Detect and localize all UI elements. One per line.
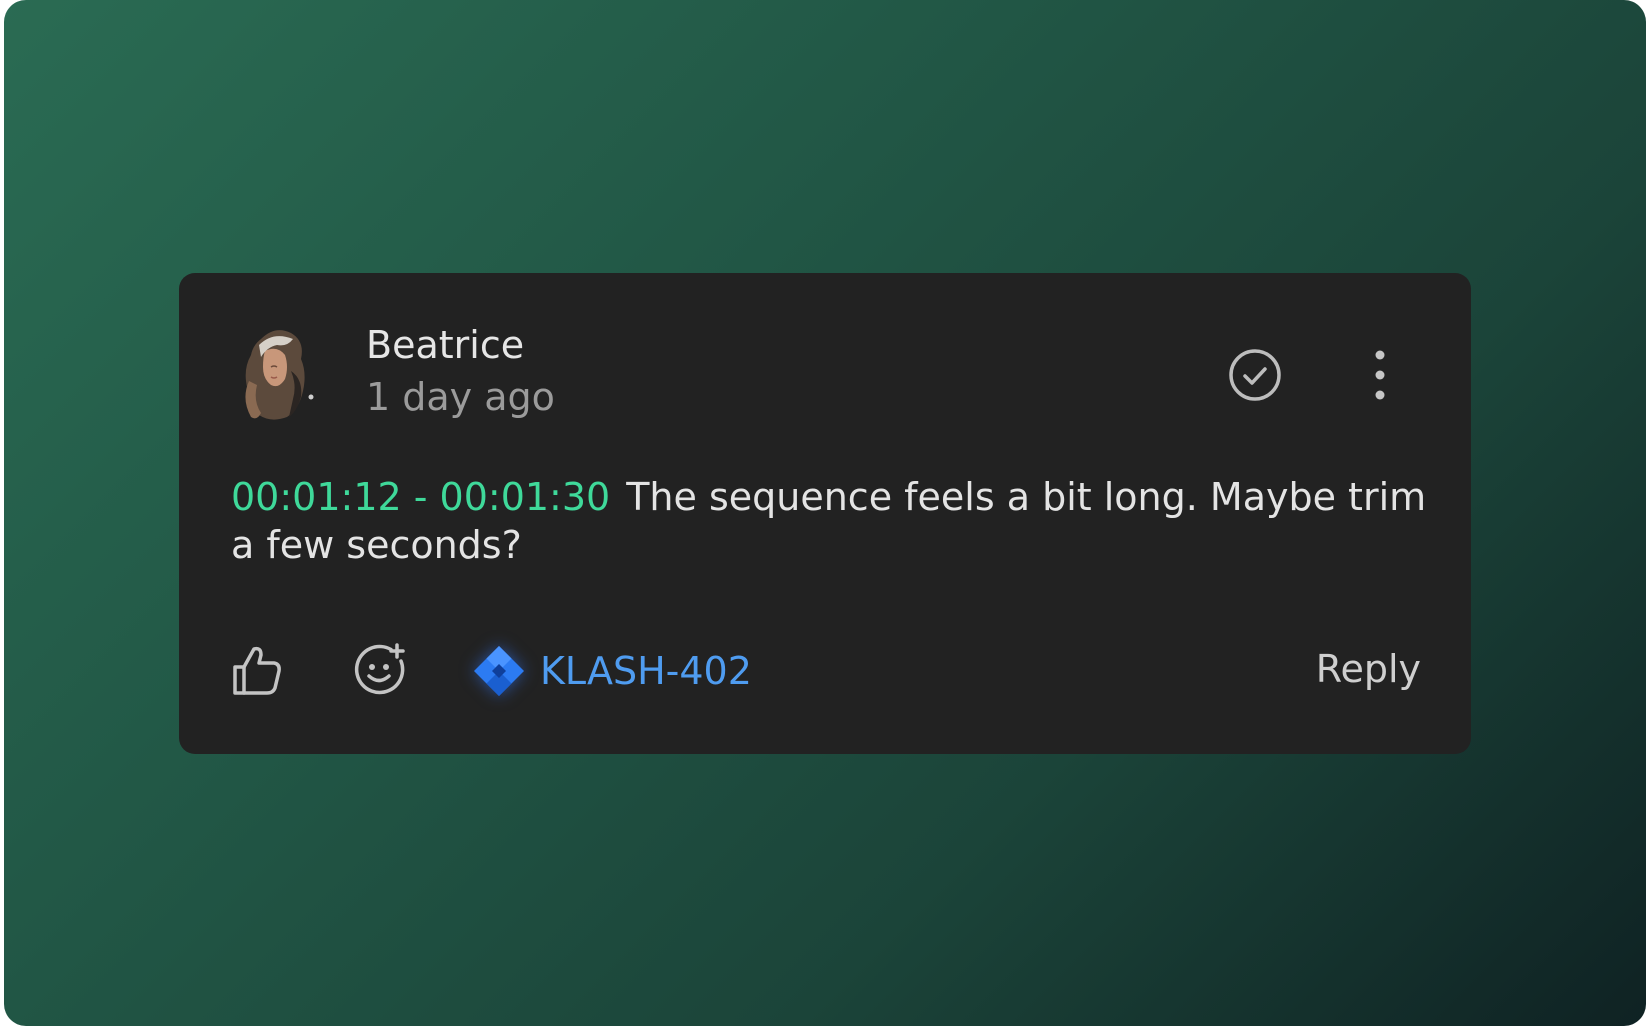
author-name: Beatrice: [366, 323, 525, 367]
app-background: Beatrice 1 day ago 00:01:12 - 00:01:30 Th…: [4, 0, 1646, 1026]
check-circle-icon: [1229, 349, 1281, 401]
timecode-range[interactable]: 00:01:12 - 00:01:30: [231, 475, 610, 519]
reply-button[interactable]: Reply: [1316, 647, 1421, 691]
issue-key: KLASH-402: [540, 649, 752, 693]
more-options-button[interactable]: [1365, 348, 1395, 402]
comment-body: 00:01:12 - 00:01:30 The sequence feels a …: [231, 473, 1431, 569]
vertical-ellipsis-icon: [1375, 350, 1385, 400]
like-button[interactable]: [231, 643, 283, 697]
comment-timestamp: 1 day ago: [366, 375, 555, 419]
comment-card: Beatrice 1 day ago 00:01:12 - 00:01:30 Th…: [179, 273, 1471, 754]
avatar: [231, 321, 323, 425]
resolve-button[interactable]: [1226, 346, 1284, 404]
thumbs-up-icon: [233, 646, 281, 695]
jira-icon: [474, 646, 524, 696]
add-reaction-button[interactable]: [353, 643, 407, 697]
jira-issue-link[interactable]: KLASH-402: [472, 641, 752, 701]
add-emoji-icon: [354, 643, 405, 695]
